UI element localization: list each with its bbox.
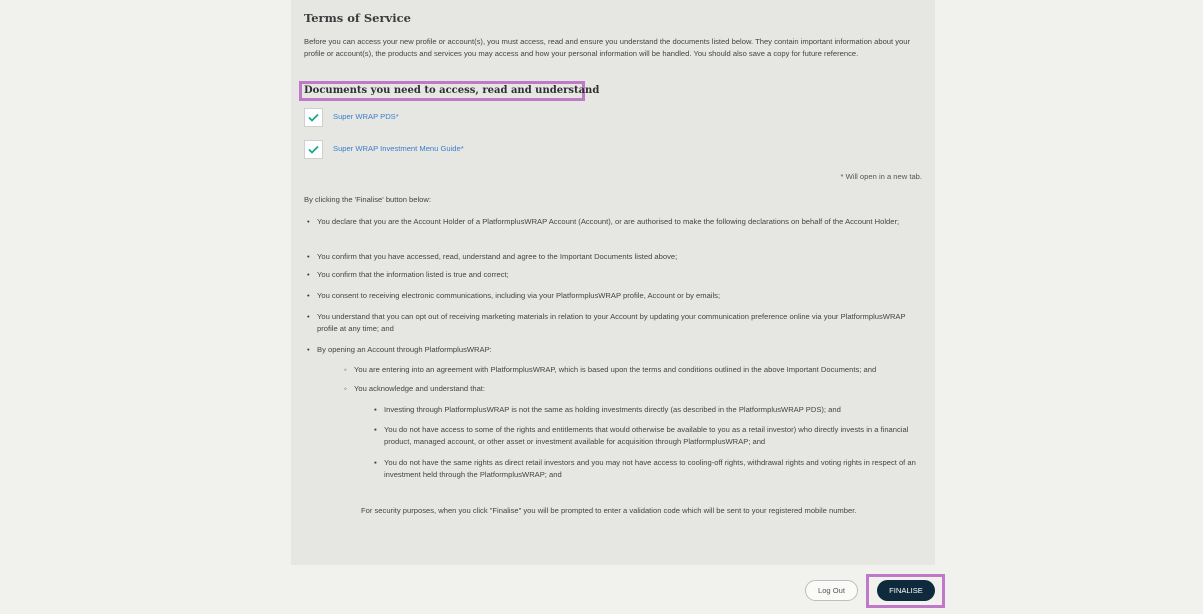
new-tab-note: * Will open in a new tab.	[840, 172, 922, 181]
bullet-square: ▪	[374, 458, 377, 467]
finalise-button[interactable]: FINALISE	[877, 580, 935, 601]
bullet-dot: •	[307, 270, 310, 279]
bullet-square: ▪	[374, 425, 377, 434]
bullet-dot: •	[307, 217, 310, 226]
finalise-intro: By clicking the 'Finalise' button below:	[304, 195, 431, 204]
bullet-circle: ◦	[344, 365, 347, 374]
terms-panel: Terms of Service Before you can access y…	[291, 0, 935, 565]
document-checkbox[interactable]	[304, 140, 323, 159]
check-icon	[308, 145, 319, 154]
bullet-circle: ◦	[344, 384, 347, 393]
bullet-dot: •	[307, 345, 310, 354]
security-note: For security purposes, when you click "F…	[361, 506, 857, 515]
logout-button[interactable]: Log Out	[805, 580, 858, 601]
terms-intro: Before you can access your new profile o…	[304, 37, 911, 58]
terms-title: Terms of Service	[304, 11, 411, 25]
document-link[interactable]: Super WRAP PDS*	[333, 112, 399, 121]
bullet-dot: •	[307, 252, 310, 261]
bullet-dot: •	[307, 312, 310, 321]
document-link[interactable]: Super WRAP Investment Menu Guide*	[333, 144, 464, 153]
bullet-dot: •	[307, 291, 310, 300]
document-checkbox[interactable]	[304, 108, 323, 127]
bullet-square: ▪	[374, 405, 377, 414]
check-icon	[308, 113, 319, 122]
documents-heading: Documents you need to access, read and u…	[304, 85, 600, 96]
